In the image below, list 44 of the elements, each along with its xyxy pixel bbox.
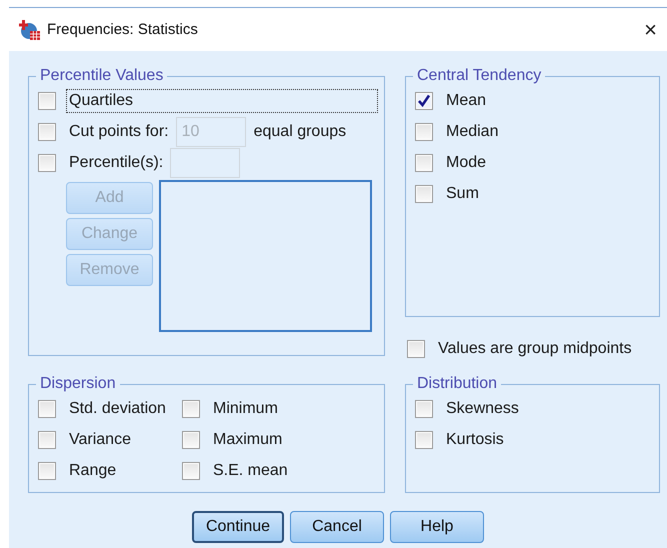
checkbox-label[interactable]: Maximum (210, 428, 286, 452)
group-title: Percentile Values (39, 67, 164, 85)
group-title: Distribution (416, 375, 498, 393)
checkbox-label[interactable]: Values are group midpoints (435, 337, 635, 361)
checkbox-label[interactable]: Percentile(s): (66, 150, 166, 174)
checkbox-label[interactable]: Skewness (443, 396, 522, 420)
checkbox[interactable] (38, 400, 56, 418)
checkbox-label[interactable]: Cut points for: (66, 120, 172, 144)
checkbox-label[interactable]: Mode (443, 150, 490, 174)
checkbox-label[interactable]: Variance (66, 428, 134, 452)
checkbox[interactable] (38, 154, 56, 172)
checkbox[interactable] (38, 92, 56, 110)
checkbox[interactable] (415, 184, 433, 202)
checkbox-label[interactable]: Quartiles (66, 88, 378, 112)
checkbox-label[interactable]: Median (443, 120, 502, 144)
checkbox[interactable] (182, 462, 200, 480)
field-suffix: equal groups (254, 122, 346, 140)
checkbox-label[interactable]: Kurtosis (443, 428, 507, 452)
app-icon (19, 18, 41, 40)
checkbox[interactable] (38, 430, 56, 448)
dialog-button[interactable]: Continue (192, 511, 284, 543)
checkbox-label[interactable]: Minimum (210, 396, 281, 420)
checkbox-label[interactable]: Range (66, 458, 120, 482)
group-title: Central Tendency (416, 67, 542, 85)
checkbox[interactable] (415, 122, 433, 140)
checkbox-label[interactable]: S.E. mean (210, 458, 291, 482)
checkbox-label[interactable]: Mean (443, 88, 490, 112)
close-button[interactable]: × (644, 18, 657, 40)
group-title: Dispersion (39, 375, 117, 393)
checkbox[interactable] (415, 154, 433, 172)
checkbox[interactable] (38, 122, 56, 140)
dialog-button[interactable]: Help (390, 511, 484, 543)
checkbox-label[interactable]: Std. deviation (66, 396, 169, 420)
window-title: Frequencies: Statistics (47, 21, 198, 38)
checkbox[interactable] (415, 430, 433, 448)
list-box[interactable] (159, 180, 372, 332)
checkbox[interactable] (182, 400, 200, 418)
checkbox-label[interactable]: Sum (443, 182, 482, 206)
checkbox[interactable] (415, 400, 433, 418)
checkbox[interactable] (38, 462, 56, 480)
checkbox[interactable] (407, 340, 425, 358)
checkbox[interactable] (415, 92, 433, 110)
checkbox[interactable] (182, 430, 200, 448)
dialog-button[interactable]: Cancel (290, 511, 384, 543)
